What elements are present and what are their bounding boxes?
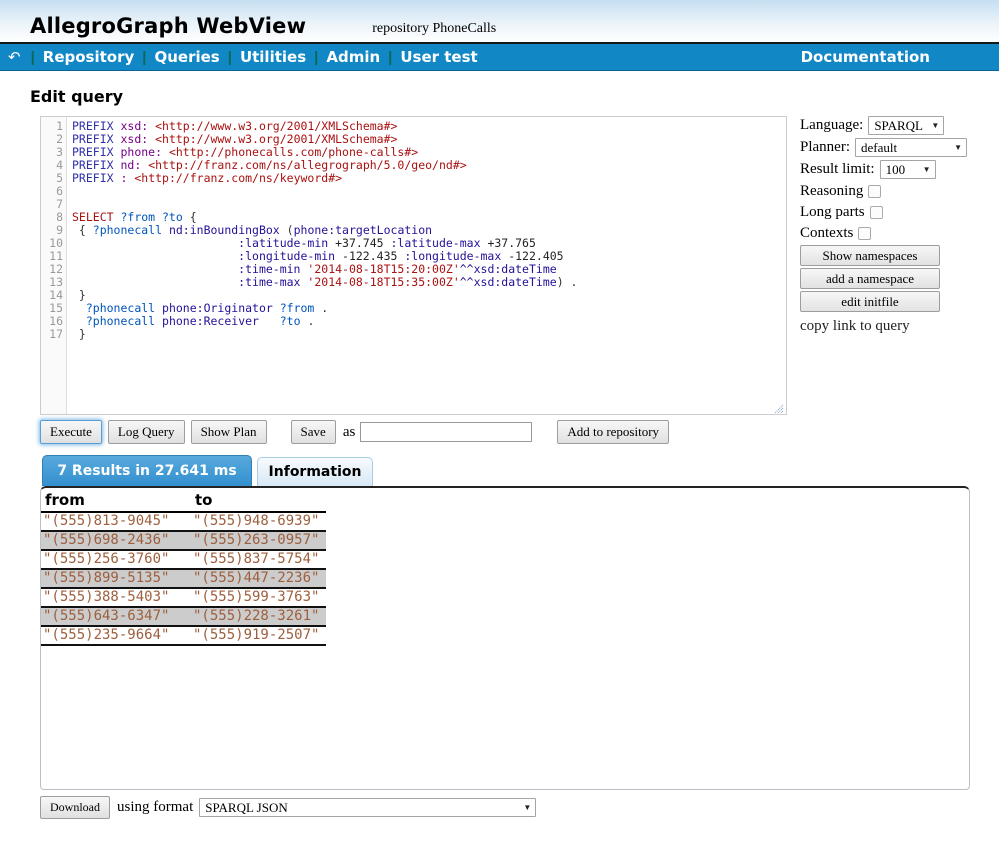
result-limit-select[interactable]: 100 ▼ — [880, 160, 936, 179]
resize-handle-icon[interactable] — [773, 401, 784, 412]
chevron-down-icon: ▼ — [931, 121, 939, 130]
table-row: "(555)643-6347""(555)228-3261" — [41, 607, 326, 626]
app-header: AllegroGraph WebView repository PhoneCal… — [0, 0, 999, 42]
result-cell: "(555)837-5754" — [191, 550, 326, 569]
tab-information[interactable]: Information — [257, 457, 373, 486]
table-row: "(555)813-9045""(555)948-6939" — [41, 512, 326, 531]
editor-line-numbers: 1 2 3 4 5 6 7 8 9 10 11 12 13 14 15 16 1… — [41, 117, 67, 414]
reasoning-label: Reasoning — [800, 183, 863, 200]
download-button[interactable]: Download — [40, 796, 110, 819]
page-title: Edit query — [30, 87, 999, 106]
nav-item-queries[interactable]: Queries — [154, 48, 219, 66]
main-nav: ↶ | Repository | Queries | Utilities | A… — [0, 42, 999, 71]
result-cell: "(555)263-0957" — [191, 531, 326, 550]
planner-label: Planner: — [800, 139, 850, 156]
nav-item-documentation[interactable]: Documentation — [801, 48, 930, 66]
chevron-down-icon: ▼ — [954, 143, 962, 152]
main-content: Edit query 1 2 3 4 5 6 7 8 9 10 11 12 13… — [0, 87, 999, 819]
results-tab-bar: 7 Results in 27.641 ms Information — [42, 455, 999, 486]
save-button[interactable]: Save — [291, 420, 336, 444]
nav-item-utilities[interactable]: Utilities — [240, 48, 306, 66]
column-header-to: to — [191, 490, 326, 512]
execute-button[interactable]: Execute — [40, 420, 102, 444]
result-cell: "(555)698-2436" — [41, 531, 191, 550]
nav-item-admin[interactable]: Admin — [326, 48, 380, 66]
save-as-input[interactable] — [360, 422, 532, 442]
result-cell: "(555)899-5135" — [41, 569, 191, 588]
log-query-button[interactable]: Log Query — [108, 420, 185, 444]
app-title: AllegroGraph WebView — [30, 14, 306, 38]
long-parts-label: Long parts — [800, 204, 865, 221]
result-cell: "(555)256-3760" — [41, 550, 191, 569]
show-plan-button[interactable]: Show Plan — [191, 420, 267, 444]
nav-separator: | — [314, 49, 318, 66]
back-arrow-icon[interactable]: ↶ — [8, 48, 21, 66]
result-cell: "(555)388-5403" — [41, 588, 191, 607]
edit-initfile-button[interactable]: edit initfile — [800, 291, 940, 312]
language-label: Language: — [800, 117, 863, 134]
result-cell: "(555)948-6939" — [191, 512, 326, 531]
language-select[interactable]: SPARQL ▼ — [868, 116, 944, 135]
contexts-checkbox[interactable] — [858, 227, 871, 240]
result-cell: "(555)599-3763" — [191, 588, 326, 607]
query-editor[interactable]: 1 2 3 4 5 6 7 8 9 10 11 12 13 14 15 16 1… — [40, 116, 787, 415]
result-cell: "(555)919-2507" — [191, 626, 326, 645]
page: AllegroGraph WebView repository PhoneCal… — [0, 0, 999, 848]
add-to-repository-button[interactable]: Add to repository — [557, 420, 669, 444]
table-row: "(555)388-5403""(555)599-3763" — [41, 588, 326, 607]
nav-separator: | — [142, 49, 146, 66]
query-options-panel: Language: SPARQL ▼ Planner: default ▼ Re… — [800, 116, 970, 415]
planner-select[interactable]: default ▼ — [855, 138, 967, 157]
reasoning-checkbox[interactable] — [868, 185, 881, 198]
table-row: "(555)899-5135""(555)447-2236" — [41, 569, 326, 588]
chevron-down-icon: ▼ — [523, 803, 531, 812]
column-header-from: from — [41, 490, 191, 512]
table-row: "(555)235-9664""(555)919-2507" — [41, 626, 326, 645]
result-limit-label: Result limit: — [800, 161, 875, 178]
result-cell: "(555)235-9664" — [41, 626, 191, 645]
nav-separator: | — [228, 49, 232, 66]
chevron-down-icon: ▼ — [923, 165, 931, 174]
save-as-label: as — [343, 424, 356, 441]
table-row: "(555)698-2436""(555)263-0957" — [41, 531, 326, 550]
result-cell: "(555)643-6347" — [41, 607, 191, 626]
contexts-label: Contexts — [800, 225, 853, 242]
repository-label: repository PhoneCalls — [372, 21, 496, 38]
using-format-label: using format — [117, 799, 193, 816]
results-table: fromto "(555)813-9045""(555)948-6939""(5… — [41, 490, 326, 646]
result-cell: "(555)228-3261" — [191, 607, 326, 626]
download-row: Download using format SPARQL JSON ▼ — [40, 796, 999, 819]
results-panel: fromto "(555)813-9045""(555)948-6939""(5… — [40, 486, 970, 790]
nav-separator: | — [388, 49, 392, 66]
show-namespaces-button[interactable]: Show namespaces — [800, 245, 940, 266]
query-actions: Execute Log Query Show Plan Save as Add … — [40, 420, 999, 444]
tab-results[interactable]: 7 Results in 27.641 ms — [42, 455, 252, 486]
long-parts-checkbox[interactable] — [870, 206, 883, 219]
table-row: "(555)256-3760""(555)837-5754" — [41, 550, 326, 569]
add-namespace-button[interactable]: add a namespace — [800, 268, 940, 289]
nav-separator: | — [31, 49, 35, 66]
nav-item-repository[interactable]: Repository — [43, 48, 135, 66]
copy-link-to-query[interactable]: copy link to query — [800, 318, 910, 335]
nav-item-user-test[interactable]: User test — [400, 48, 477, 66]
download-format-select[interactable]: SPARQL JSON ▼ — [199, 798, 536, 817]
result-cell: "(555)447-2236" — [191, 569, 326, 588]
result-cell: "(555)813-9045" — [41, 512, 191, 531]
editor-code[interactable]: PREFIX xsd: <http://www.w3.org/2001/XMLS… — [67, 117, 786, 414]
